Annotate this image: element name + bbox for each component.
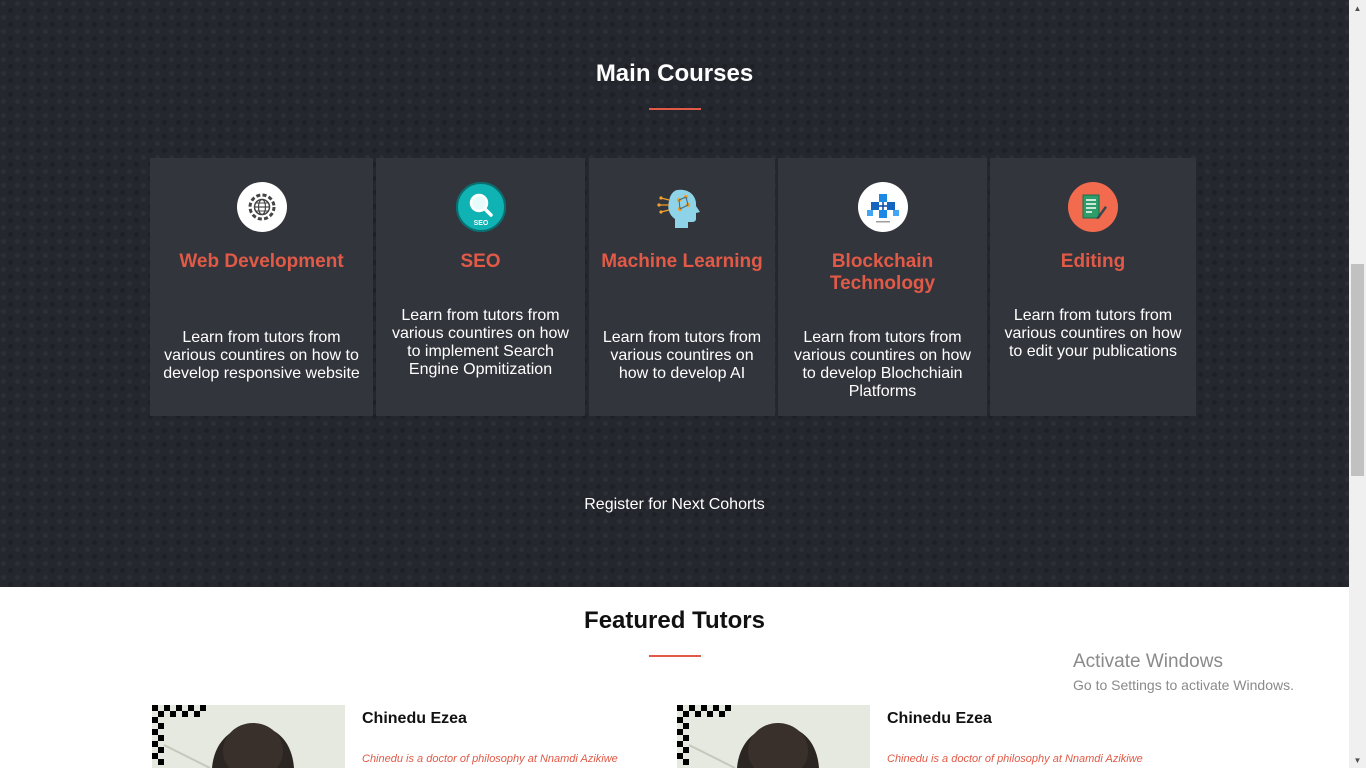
- scrollbar-thumb[interactable]: [1351, 264, 1364, 476]
- course-title: Editing: [1060, 251, 1126, 272]
- course-description: Learn from tutors from various countires…: [392, 307, 569, 378]
- course-description: Learn from tutors from various countires…: [163, 329, 360, 382]
- svg-text:SEO: SEO: [473, 220, 488, 227]
- course-description: Learn from tutors from various countires…: [1004, 307, 1182, 360]
- tutor-photo: [677, 705, 870, 768]
- main-courses-section: Main Courses Web Development Learn from …: [0, 0, 1349, 587]
- watermark-title: Activate Windows: [1073, 651, 1223, 672]
- tutor-card[interactable]: Chinedu Ezea Chinedu is a doctor of phil…: [677, 705, 1157, 768]
- course-description: Learn from tutors from various countires…: [794, 329, 971, 400]
- tutor-photo: [152, 705, 345, 768]
- seo-magnifier-icon: SEO: [455, 182, 506, 232]
- tutor-name: Chinedu Ezea: [362, 710, 467, 727]
- windows-activation-watermark: Activate Windows Go to Settings to activ…: [1073, 651, 1294, 695]
- course-card-blockchain-technology[interactable]: Blockchain Technology Learn from tutors …: [778, 158, 987, 416]
- blockchain-cubes-icon: [857, 182, 908, 232]
- course-description: Learn from tutors from various countires…: [602, 329, 762, 382]
- tutor-bio: Chinedu is a doctor of philosophy at Nna…: [887, 753, 1143, 765]
- title-underline: [649, 655, 701, 657]
- course-title: Web Development: [179, 251, 344, 272]
- gear-globe-icon: [236, 182, 287, 232]
- tutor-name: Chinedu Ezea: [887, 710, 992, 727]
- tutor-bio: Chinedu is a doctor of philosophy at Nna…: [362, 753, 618, 765]
- course-card-web-development[interactable]: Web Development Learn from tutors from v…: [150, 158, 373, 416]
- section-title-main-courses: Main Courses: [595, 60, 754, 87]
- page: Main Courses Web Development Learn from …: [0, 0, 1366, 768]
- scroll-down-arrow-icon[interactable]: ▼: [1349, 752, 1366, 768]
- title-underline: [649, 108, 701, 110]
- vertical-scrollbar[interactable]: ▲ ▼: [1349, 0, 1366, 768]
- document-pen-icon: [1068, 182, 1118, 232]
- course-title: SEO: [460, 251, 501, 272]
- register-next-cohorts-link[interactable]: Register for Next Cohorts: [0, 496, 1349, 514]
- scroll-up-arrow-icon[interactable]: ▲: [1349, 0, 1366, 16]
- course-title: Machine Learning: [601, 251, 763, 272]
- tutor-card[interactable]: Chinedu Ezea Chinedu is a doctor of phil…: [152, 705, 632, 768]
- course-title: Blockchain Technology: [829, 251, 936, 294]
- course-card-machine-learning[interactable]: Machine Learning Learn from tutors from …: [589, 158, 775, 416]
- section-title-featured-tutors: Featured Tutors: [584, 607, 765, 634]
- course-card-editing[interactable]: Editing Learn from tutors from various c…: [990, 158, 1196, 416]
- ai-head-icon: [657, 182, 707, 232]
- watermark-subtitle: Go to Settings to activate Windows.: [1073, 677, 1294, 693]
- course-card-seo[interactable]: SEO SEO Learn from tutors from various c…: [376, 158, 585, 416]
